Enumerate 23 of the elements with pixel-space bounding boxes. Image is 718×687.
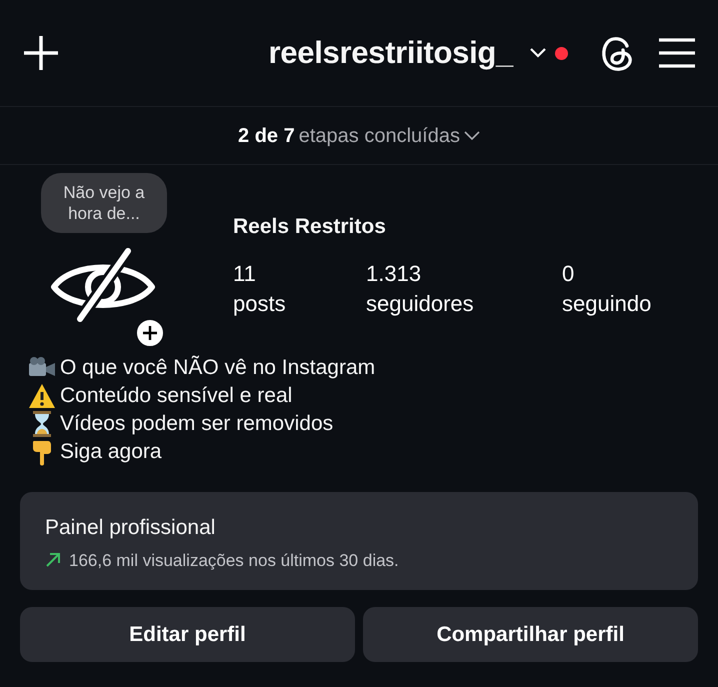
threads-icon[interactable]: [600, 34, 634, 72]
stat-item[interactable]: 11 posts: [233, 258, 366, 318]
note-bubble[interactable]: Não vejo a hora de...: [41, 173, 167, 233]
dashboard-card[interactable]: Painel profissional 166,6 mil visualizações nos últimos 30 dias.: [20, 492, 698, 590]
menu-icon[interactable]: [658, 37, 696, 69]
steps-dropdown[interactable]: 2 de 7 etapas concluídas: [238, 124, 480, 148]
bio-line: Conteúdo sensível e real: [60, 383, 292, 409]
share-profile-button[interactable]: Compartilhar perfil: [363, 607, 698, 662]
caret-icon[interactable]: [529, 47, 547, 59]
warning-icon: [28, 383, 56, 409]
profile-name: Reels Restritos: [233, 214, 387, 240]
bio-line: Vídeos podem ser removidos: [60, 411, 334, 437]
caret-icon: [464, 130, 480, 140]
dashboard-title: Painel profissional: [45, 515, 216, 541]
bio-line: O que você NÃO vê no Instagram: [60, 354, 376, 381]
dashboard-summary: 166,6 mil visualizações nos últimos 30 dias.: [69, 550, 399, 572]
stat-item[interactable]: 1.313 seguidores: [366, 258, 562, 318]
stat-item[interactable]: 0 seguindo: [562, 258, 712, 318]
account-name[interactable]: reelsrestriitosig_: [268, 30, 513, 76]
edit-profile-button[interactable]: Editar perfil: [20, 607, 355, 662]
trend-up-icon: [45, 552, 61, 568]
bio-line: Siga agora: [60, 439, 162, 465]
hidden-eye-icon[interactable]: [50, 247, 156, 323]
